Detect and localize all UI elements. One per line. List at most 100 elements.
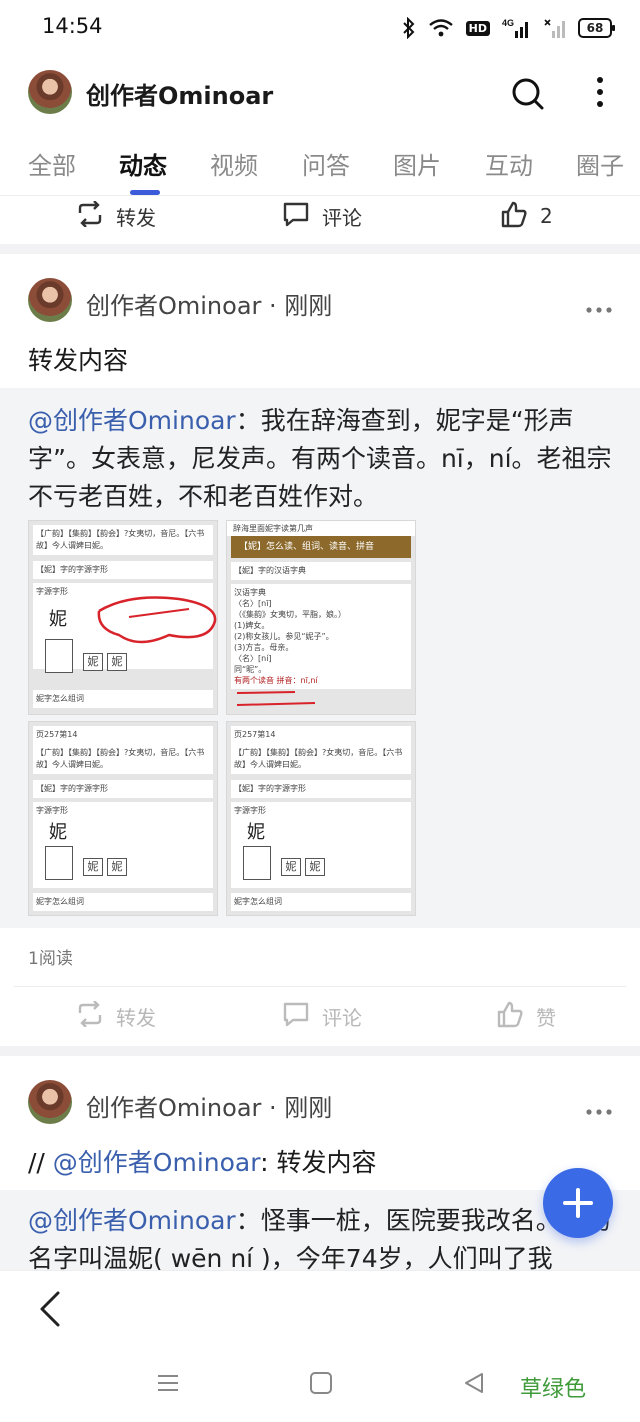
post-rest: : 转发内容 <box>260 1148 377 1177</box>
system-nav-bar: 草绿色 <box>0 1365 640 1405</box>
post-actions: 转发 评论 赞 <box>0 996 640 1044</box>
hd-badge: HD <box>465 20 490 36</box>
char-box: 妮 <box>83 858 103 876</box>
tab-interact[interactable]: 互动 <box>485 146 533 181</box>
seal-glyph <box>45 846 73 880</box>
post-text: 转发内容 <box>28 346 129 375</box>
thumb-char: 妮 <box>49 609 67 630</box>
tab-qa[interactable]: 问答 <box>302 146 350 181</box>
image-grid: 【广韵】【集韵】【韵会】?女夷切，音尼。【六书故】今人谓婢曰妮。 【妮】字的字源… <box>28 520 416 916</box>
char-box: 妮 <box>83 653 103 671</box>
thumb-text: 【广韵】【集韵】【韵会】?女夷切，音尼。【六书故】今人谓婢曰妮。 <box>231 744 411 774</box>
dict-line: 同“昵”。 <box>234 665 267 674</box>
thumb-topbar: 辞海里面妮字读第几声 <box>227 521 415 536</box>
more-horizontal-icon[interactable] <box>586 1100 612 1119</box>
back-icon[interactable] <box>36 1289 64 1333</box>
like-button[interactable]: 2 <box>500 196 553 236</box>
repost-button[interactable]: 转发 <box>76 996 156 1036</box>
mention-link[interactable]: @创作者Ominoar <box>53 1148 260 1177</box>
profile-name: 创作者Ominoar <box>86 82 274 110</box>
profile-header: 创作者Ominoar <box>0 56 640 130</box>
mention-link[interactable]: @创作者Ominoar <box>28 406 236 435</box>
triangle-back-icon[interactable] <box>462 1371 486 1399</box>
image-thumbnail[interactable]: 页257第14 【广韵】【集韵】【韵会】?女夷切，音尼。【六书故】今人谓婢曰妮。… <box>28 721 218 916</box>
menu-icon[interactable] <box>156 1371 180 1399</box>
status-time: 14:54 <box>42 14 103 38</box>
status-icons: HD 4G 68 <box>402 14 615 42</box>
thumb-footer: 妮字怎么组词 <box>33 690 213 708</box>
repost-label: 转发 <box>116 205 156 230</box>
thumb-section: 【妮】字的字源字形 <box>33 561 213 579</box>
thumb-text: 【广韵】【集韵】【韵会】?女夷切，音尼。【六书故】今人谓婢曰妮。 <box>33 525 213 555</box>
dict-line: 汉语字典 <box>234 588 266 597</box>
thumb-text: 页257第14 <box>231 726 411 744</box>
tab-indicator <box>130 190 160 195</box>
post-header: 创作者Ominoar · 刚刚 <box>0 274 640 334</box>
repost-icon <box>76 999 104 1032</box>
seal-glyph <box>45 639 73 673</box>
create-post-button[interactable] <box>543 1168 613 1238</box>
thumb-section: 【妮】字的字源字形 <box>33 780 213 798</box>
comment-button[interactable]: 评论 <box>282 196 362 236</box>
avatar[interactable] <box>28 1080 72 1124</box>
tab-feed[interactable]: 动态 <box>119 146 167 181</box>
more-vertical-icon[interactable] <box>588 74 612 114</box>
thumb-section: 【妮】字的字源字形 <box>231 780 411 798</box>
post-divider <box>0 1046 640 1056</box>
post-author[interactable]: 创作者Ominoar · 刚刚 <box>86 1088 332 1123</box>
thumb-text: 【广韵】【集韵】【韵会】?女夷切，音尼。【六书故】今人谓婢曰妮。 <box>33 744 213 774</box>
tab-video[interactable]: 视频 <box>210 146 258 181</box>
red-underline-mark <box>236 691 316 706</box>
thumb-bar: 【妮】怎么读、组词、读音、拼音 <box>231 536 411 558</box>
status-bar: 14:54 HD 4G 68 <box>0 0 640 56</box>
signal-2-icon <box>544 17 566 39</box>
dict-line: 有两个读音 拼音：nī,ní <box>234 676 318 685</box>
post-author[interactable]: 创作者Ominoar · 刚刚 <box>86 286 332 321</box>
post-prefix: // <box>28 1148 53 1177</box>
red-circle-mark <box>97 596 217 644</box>
read-count: 1阅读 <box>28 949 73 969</box>
comment-label: 评论 <box>322 205 362 230</box>
seal-glyph <box>243 846 271 880</box>
avatar[interactable] <box>28 278 72 322</box>
repost-icon <box>76 199 104 232</box>
char-box: 妮 <box>305 858 325 876</box>
battery-icon: 68 <box>578 18 615 38</box>
thumb-char: 妮 <box>247 822 265 843</box>
tab-circles[interactable]: 圈子 <box>576 146 624 181</box>
thumb-section: 【妮】字的汉语字典 <box>231 562 411 580</box>
image-thumbnail[interactable]: 【广韵】【集韵】【韵会】?女夷切，音尼。【六书故】今人谓婢曰妮。 【妮】字的字源… <box>28 520 218 715</box>
like-button[interactable]: 赞 <box>496 996 556 1036</box>
quoted-post[interactable]: @创作者Ominoar：我在辞海查到，妮字是“形声字”。女表意，尼发声。有两个读… <box>0 388 640 928</box>
tab-all[interactable]: 全部 <box>28 146 76 181</box>
watermark: 草绿色 <box>520 1377 587 1402</box>
image-thumbnail[interactable]: 辞海里面妮字读第几声 【妮】怎么读、组词、读音、拼音 【妮】字的汉语字典 汉语字… <box>226 520 416 715</box>
thumb-char: 妮 <box>49 822 67 843</box>
mention-link[interactable]: @创作者Ominoar <box>28 1206 236 1235</box>
post-header: 创作者Ominoar · 刚刚 <box>0 1076 640 1136</box>
bottom-bar: 草绿色 <box>0 1270 640 1422</box>
prev-post-actions: 转发 评论 2 <box>0 196 640 244</box>
thumb-footer: 妮字怎么组词 <box>33 893 213 911</box>
comment-button[interactable]: 评论 <box>282 996 362 1036</box>
like-count: 2 <box>540 204 553 228</box>
avatar[interactable] <box>28 70 72 114</box>
comment-label: 评论 <box>322 1005 362 1030</box>
dict-line: （《集韵》女夷切，平脂，娘。） <box>234 610 346 619</box>
like-icon <box>496 1000 524 1033</box>
thumb-text: 页257第14 <box>33 726 213 744</box>
char-box: 妮 <box>107 858 127 876</box>
quoted-text: @创作者Ominoar：我在辞海查到，妮字是“形声字”。女表意，尼发声。有两个读… <box>28 402 616 516</box>
tab-images[interactable]: 图片 <box>393 146 441 181</box>
home-icon[interactable] <box>309 1371 333 1399</box>
post-text: // @创作者Ominoar: 转发内容 <box>28 1143 376 1179</box>
tab-bar: 全部 动态 视频 问答 图片 互动 圈子 <box>0 130 640 196</box>
search-icon[interactable] <box>510 76 546 116</box>
signal-icon: 4G <box>502 17 532 39</box>
dict-line: (2)称女孩儿。参见“妮子”。 <box>234 632 334 641</box>
wifi-icon <box>428 18 454 38</box>
more-horizontal-icon[interactable] <box>586 298 612 317</box>
repost-button[interactable]: 转发 <box>76 196 156 236</box>
image-thumbnail[interactable]: 页257第14 【广韵】【集韵】【韵会】?女夷切，音尼。【六书故】今人谓婢曰妮。… <box>226 721 416 916</box>
bluetooth-icon <box>402 17 416 39</box>
